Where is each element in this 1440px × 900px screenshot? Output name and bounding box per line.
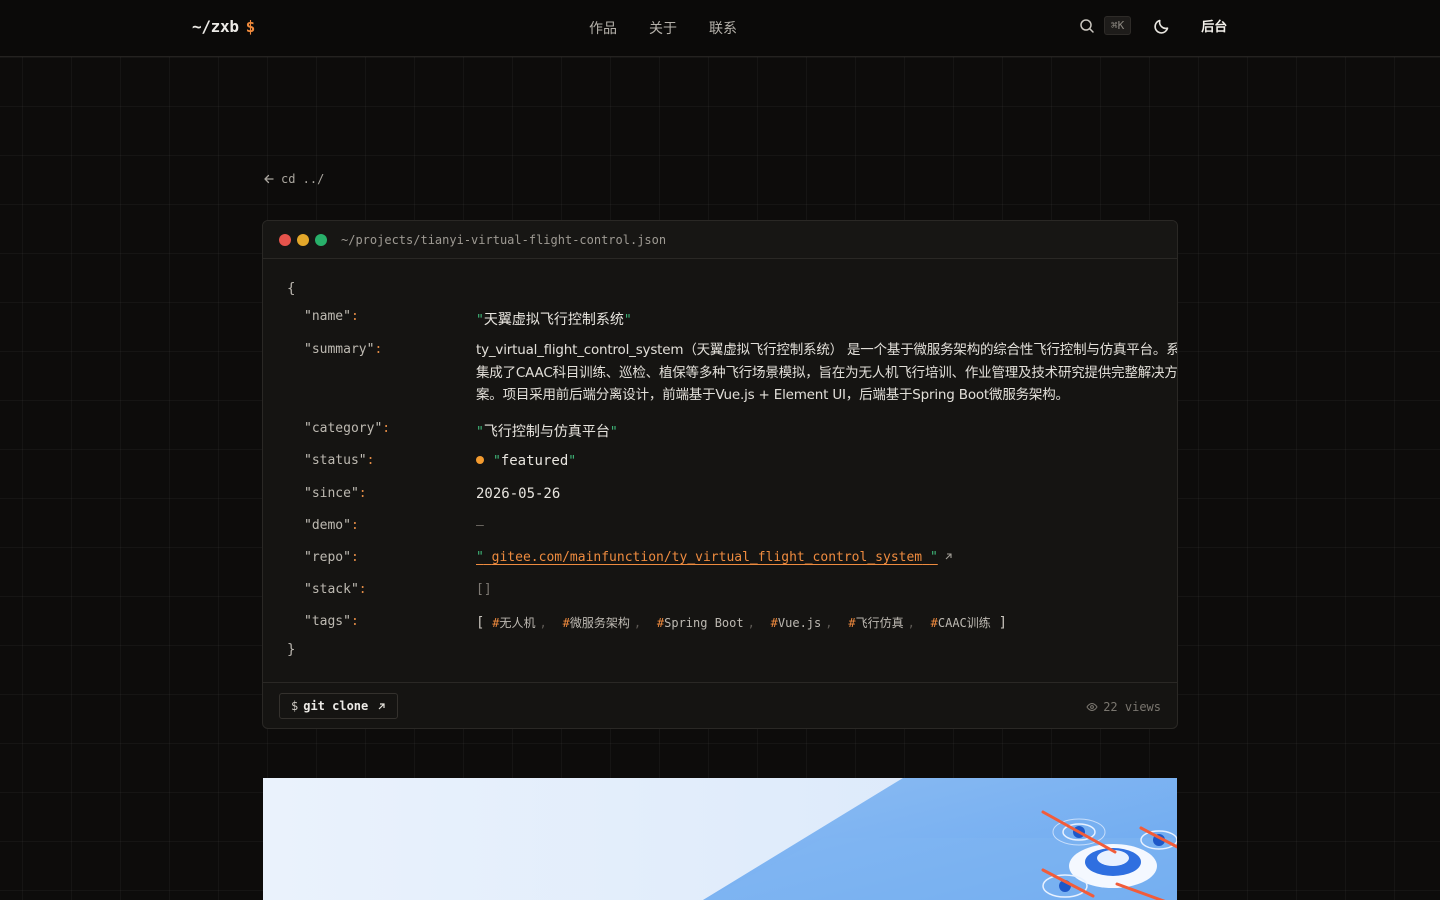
- field-key: demo: [311, 518, 344, 533]
- open-brace: {: [287, 281, 296, 297]
- field-key: category: [311, 421, 375, 436]
- field-demo: "demo": —: [304, 518, 484, 533]
- name-value: 天翼虚拟飞行控制系统: [483, 312, 624, 328]
- since-value: 2026-05-26: [476, 486, 561, 502]
- project-cover-image: [263, 778, 1177, 900]
- field-key: tags: [311, 614, 344, 629]
- search-icon[interactable]: [1078, 17, 1096, 35]
- field-since: "since": 2026-05-26: [304, 486, 561, 502]
- site-logo[interactable]: ~/zxb $: [192, 17, 255, 36]
- field-key: since: [311, 486, 351, 501]
- external-link-icon: [378, 702, 385, 709]
- status-indicator: [476, 456, 484, 464]
- field-category: "category": "飞行控制与仿真平台": [304, 421, 618, 440]
- file-path: ~/projects/tianyi-virtual-flight-control…: [341, 232, 667, 247]
- external-link-icon[interactable]: [944, 552, 953, 561]
- nav-item-works[interactable]: 作品: [589, 18, 617, 38]
- back-link[interactable]: cd ../: [263, 172, 324, 186]
- moon-icon[interactable]: [1153, 17, 1171, 35]
- nav-item-contact[interactable]: 联系: [709, 18, 737, 38]
- header-tools: ⌘K 后台: [1078, 16, 1227, 35]
- tag-item[interactable]: #CAAC训练: [931, 616, 991, 630]
- summary-value: ty_virtual_flight_control_system（天翼虚拟飞行控…: [476, 342, 1178, 403]
- nav-item-about[interactable]: 关于: [649, 18, 677, 38]
- logo-dollar: $: [245, 17, 256, 36]
- field-key: stack: [311, 582, 351, 597]
- window-minimize-dot: [297, 233, 309, 246]
- project-card: ~/projects/tianyi-virtual-flight-control…: [262, 220, 1178, 729]
- field-tags: "tags": [ #无人机, #微服务架构, #Spring Boot, #V…: [304, 614, 1008, 631]
- view-count: 22 views: [1086, 700, 1161, 714]
- search-shortcut-badge[interactable]: ⌘K: [1104, 16, 1132, 35]
- tag-item[interactable]: #微服务架构: [563, 616, 630, 630]
- field-key: status: [311, 453, 359, 468]
- git-clone-label: git clone: [303, 699, 369, 713]
- tag-item[interactable]: #飞行仿真: [848, 616, 903, 630]
- tag-item[interactable]: #Vue.js: [771, 616, 822, 630]
- category-value: 飞行控制与仿真平台: [483, 424, 610, 440]
- card-title-bar: ~/projects/tianyi-virtual-flight-control…: [263, 221, 1177, 259]
- demo-value: —: [476, 518, 484, 533]
- card-footer: $ git clone 22 views: [263, 682, 1177, 728]
- status-value: featured: [500, 453, 569, 469]
- top-navigation-bar: ~/zxb $ 作品 关于 联系 ⌘K 后台: [0, 0, 1440, 57]
- back-link-label: cd ../: [281, 172, 325, 186]
- field-stack: "stack": []: [304, 582, 492, 597]
- repo-link[interactable]: gitee.com/mainfunction/ty_virtual_flight…: [492, 550, 922, 565]
- window-close-dot: [279, 233, 291, 246]
- tag-item[interactable]: #无人机: [492, 616, 535, 630]
- views-label: 22 views: [1103, 700, 1161, 714]
- arrow-left-icon: [264, 174, 274, 184]
- field-key: repo: [311, 550, 344, 565]
- field-key: name: [311, 309, 344, 324]
- close-brace: }: [287, 642, 296, 658]
- admin-link[interactable]: 后台: [1201, 16, 1227, 35]
- eye-icon: [1086, 702, 1098, 712]
- logo-text: ~/zxb: [192, 17, 239, 36]
- main-nav: 作品 关于 联系: [589, 18, 737, 38]
- window-maximize-dot: [315, 233, 327, 246]
- field-key: summary: [311, 342, 367, 357]
- field-name: "name": "天翼虚拟飞行控制系统": [304, 309, 632, 328]
- field-status: "status": "featured": [304, 453, 577, 469]
- tag-item[interactable]: #Spring Boot: [657, 616, 744, 630]
- field-summary: "summary": ty_virtual_flight_control_sys…: [304, 342, 1177, 403]
- field-repo: "repo": " gitee.com/mainfunction/ty_virt…: [304, 550, 952, 565]
- stack-value: []: [476, 582, 492, 597]
- git-clone-button[interactable]: $ git clone: [279, 693, 399, 719]
